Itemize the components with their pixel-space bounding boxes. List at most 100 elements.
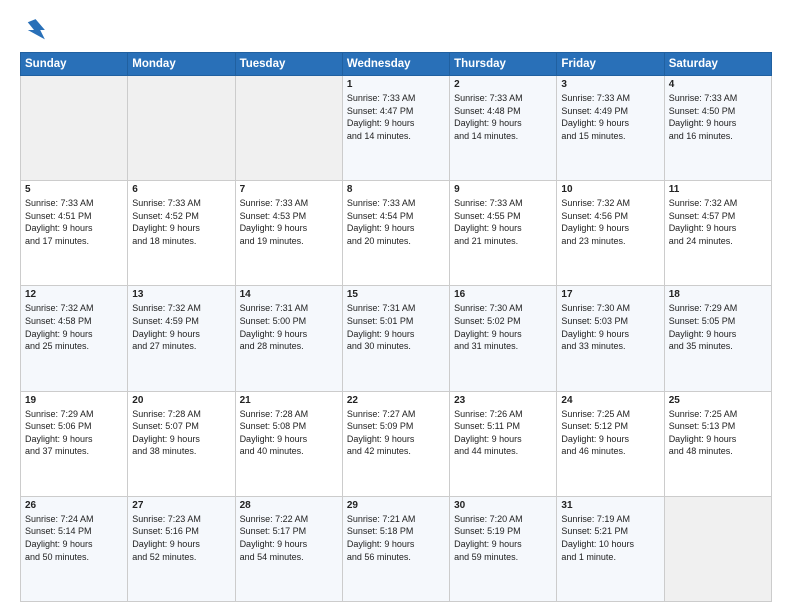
day-info: Sunrise: 7:33 AM Sunset: 4:48 PM Dayligh… — [454, 92, 552, 142]
day-number: 31 — [561, 500, 659, 511]
calendar-cell: 3 Sunrise: 7:33 AM Sunset: 4:49 PM Daylig… — [557, 76, 664, 181]
calendar-cell: 13 Sunrise: 7:32 AM Sunset: 4:59 PM Dayli… — [128, 286, 235, 391]
day-info: Sunrise: 7:23 AM Sunset: 5:16 PM Dayligh… — [132, 513, 230, 563]
weekday-header-monday: Monday — [128, 53, 235, 76]
calendar-cell: 29Sunrise: 7:21 AM Sunset: 5:18 PM Dayli… — [342, 496, 449, 601]
day-info: Sunrise: 7:26 AM Sunset: 5:11 PM Dayligh… — [454, 408, 552, 458]
calendar-cell: 8Sunrise: 7:33 AM Sunset: 4:54 PM Daylig… — [342, 181, 449, 286]
day-info: Sunrise: 7:33 AM Sunset: 4:47 PM Dayligh… — [347, 92, 445, 142]
calendar-cell: 31 Sunrise: 7:19 AM Sunset: 5:21 PM Dayli… — [557, 496, 664, 601]
calendar-cell: 21 Sunrise: 7:28 AM Sunset: 5:08 PM Dayli… — [235, 391, 342, 496]
calendar-cell: 10 Sunrise: 7:32 AM Sunset: 4:56 PM Dayli… — [557, 181, 664, 286]
day-number: 5 — [25, 184, 123, 195]
day-info: Sunrise: 7:24 AM Sunset: 5:14 PM Dayligh… — [25, 513, 123, 563]
calendar-cell: 18Sunrise: 7:29 AM Sunset: 5:05 PM Dayli… — [664, 286, 771, 391]
calendar: SundayMondayTuesdayWednesdayThursdayFrid… — [20, 52, 772, 602]
calendar-cell: 28 Sunrise: 7:22 AM Sunset: 5:17 PM Dayli… — [235, 496, 342, 601]
logo-icon — [20, 16, 48, 44]
day-number: 11 — [669, 184, 767, 195]
calendar-cell: 19 Sunrise: 7:29 AM Sunset: 5:06 PM Dayli… — [21, 391, 128, 496]
day-number: 25 — [669, 395, 767, 406]
calendar-cell — [235, 76, 342, 181]
day-number: 13 — [132, 289, 230, 300]
day-info: Sunrise: 7:28 AM Sunset: 5:07 PM Dayligh… — [132, 408, 230, 458]
day-info: Sunrise: 7:28 AM Sunset: 5:08 PM Dayligh… — [240, 408, 338, 458]
day-info: Sunrise: 7:33 AM Sunset: 4:53 PM Dayligh… — [240, 197, 338, 247]
day-number: 8 — [347, 184, 445, 195]
day-number: 21 — [240, 395, 338, 406]
calendar-cell — [21, 76, 128, 181]
calendar-cell: 25 Sunrise: 7:25 AM Sunset: 5:13 PM Dayli… — [664, 391, 771, 496]
day-number: 6 — [132, 184, 230, 195]
calendar-cell: 12 Sunrise: 7:32 AM Sunset: 4:58 PM Dayli… — [21, 286, 128, 391]
day-number: 9 — [454, 184, 552, 195]
day-info: Sunrise: 7:27 AM Sunset: 5:09 PM Dayligh… — [347, 408, 445, 458]
day-info: Sunrise: 7:32 AM Sunset: 4:58 PM Dayligh… — [25, 302, 123, 352]
week-row-1: 1 Sunrise: 7:33 AM Sunset: 4:47 PM Daylig… — [21, 76, 772, 181]
day-number: 19 — [25, 395, 123, 406]
calendar-cell: 22 Sunrise: 7:27 AM Sunset: 5:09 PM Dayli… — [342, 391, 449, 496]
day-number: 23 — [454, 395, 552, 406]
day-number: 28 — [240, 500, 338, 511]
day-info: Sunrise: 7:32 AM Sunset: 4:59 PM Dayligh… — [132, 302, 230, 352]
day-number: 16 — [454, 289, 552, 300]
day-number: 2 — [454, 79, 552, 90]
calendar-cell: 26 Sunrise: 7:24 AM Sunset: 5:14 PM Dayli… — [21, 496, 128, 601]
day-number: 29 — [347, 500, 445, 511]
calendar-cell: 24 Sunrise: 7:25 AM Sunset: 5:12 PM Dayli… — [557, 391, 664, 496]
day-number: 4 — [669, 79, 767, 90]
day-number: 26 — [25, 500, 123, 511]
day-info: Sunrise: 7:33 AM Sunset: 4:49 PM Dayligh… — [561, 92, 659, 142]
day-info: Sunrise: 7:25 AM Sunset: 5:12 PM Dayligh… — [561, 408, 659, 458]
day-number: 27 — [132, 500, 230, 511]
day-number: 24 — [561, 395, 659, 406]
calendar-cell: 20Sunrise: 7:28 AM Sunset: 5:07 PM Dayli… — [128, 391, 235, 496]
week-row-5: 26 Sunrise: 7:24 AM Sunset: 5:14 PM Dayli… — [21, 496, 772, 601]
weekday-header-friday: Friday — [557, 53, 664, 76]
day-number: 14 — [240, 289, 338, 300]
header — [20, 16, 772, 44]
calendar-cell: 30Sunrise: 7:20 AM Sunset: 5:19 PM Dayli… — [450, 496, 557, 601]
calendar-cell: 23 Sunrise: 7:26 AM Sunset: 5:11 PM Dayli… — [450, 391, 557, 496]
day-number: 30 — [454, 500, 552, 511]
week-row-4: 19 Sunrise: 7:29 AM Sunset: 5:06 PM Dayli… — [21, 391, 772, 496]
calendar-cell: 1 Sunrise: 7:33 AM Sunset: 4:47 PM Daylig… — [342, 76, 449, 181]
day-number: 22 — [347, 395, 445, 406]
calendar-cell: 27 Sunrise: 7:23 AM Sunset: 5:16 PM Dayli… — [128, 496, 235, 601]
calendar-cell: 2 Sunrise: 7:33 AM Sunset: 4:48 PM Daylig… — [450, 76, 557, 181]
day-info: Sunrise: 7:31 AM Sunset: 5:00 PM Dayligh… — [240, 302, 338, 352]
week-row-2: 5 Sunrise: 7:33 AM Sunset: 4:51 PM Daylig… — [21, 181, 772, 286]
weekday-header-tuesday: Tuesday — [235, 53, 342, 76]
day-number: 10 — [561, 184, 659, 195]
day-number: 15 — [347, 289, 445, 300]
day-info: Sunrise: 7:32 AM Sunset: 4:57 PM Dayligh… — [669, 197, 767, 247]
week-row-3: 12 Sunrise: 7:32 AM Sunset: 4:58 PM Dayli… — [21, 286, 772, 391]
day-info: Sunrise: 7:30 AM Sunset: 5:03 PM Dayligh… — [561, 302, 659, 352]
calendar-cell: 7 Sunrise: 7:33 AM Sunset: 4:53 PM Daylig… — [235, 181, 342, 286]
calendar-cell: 11 Sunrise: 7:32 AM Sunset: 4:57 PM Dayli… — [664, 181, 771, 286]
calendar-cell — [128, 76, 235, 181]
weekday-header-wednesday: Wednesday — [342, 53, 449, 76]
day-number: 17 — [561, 289, 659, 300]
calendar-cell — [664, 496, 771, 601]
day-info: Sunrise: 7:32 AM Sunset: 4:56 PM Dayligh… — [561, 197, 659, 247]
calendar-cell: 17 Sunrise: 7:30 AM Sunset: 5:03 PM Dayli… — [557, 286, 664, 391]
day-number: 12 — [25, 289, 123, 300]
day-info: Sunrise: 7:19 AM Sunset: 5:21 PM Dayligh… — [561, 513, 659, 563]
day-info: Sunrise: 7:29 AM Sunset: 5:06 PM Dayligh… — [25, 408, 123, 458]
logo — [20, 16, 53, 44]
day-number: 1 — [347, 79, 445, 90]
day-number: 3 — [561, 79, 659, 90]
day-number: 7 — [240, 184, 338, 195]
day-info: Sunrise: 7:33 AM Sunset: 4:55 PM Dayligh… — [454, 197, 552, 247]
day-info: Sunrise: 7:22 AM Sunset: 5:17 PM Dayligh… — [240, 513, 338, 563]
day-info: Sunrise: 7:33 AM Sunset: 4:51 PM Dayligh… — [25, 197, 123, 247]
day-info: Sunrise: 7:33 AM Sunset: 4:52 PM Dayligh… — [132, 197, 230, 247]
weekday-header-row: SundayMondayTuesdayWednesdayThursdayFrid… — [21, 53, 772, 76]
calendar-cell: 9 Sunrise: 7:33 AM Sunset: 4:55 PM Daylig… — [450, 181, 557, 286]
calendar-cell: 5 Sunrise: 7:33 AM Sunset: 4:51 PM Daylig… — [21, 181, 128, 286]
day-info: Sunrise: 7:25 AM Sunset: 5:13 PM Dayligh… — [669, 408, 767, 458]
calendar-cell: 6 Sunrise: 7:33 AM Sunset: 4:52 PM Daylig… — [128, 181, 235, 286]
weekday-header-thursday: Thursday — [450, 53, 557, 76]
day-info: Sunrise: 7:29 AM Sunset: 5:05 PM Dayligh… — [669, 302, 767, 352]
